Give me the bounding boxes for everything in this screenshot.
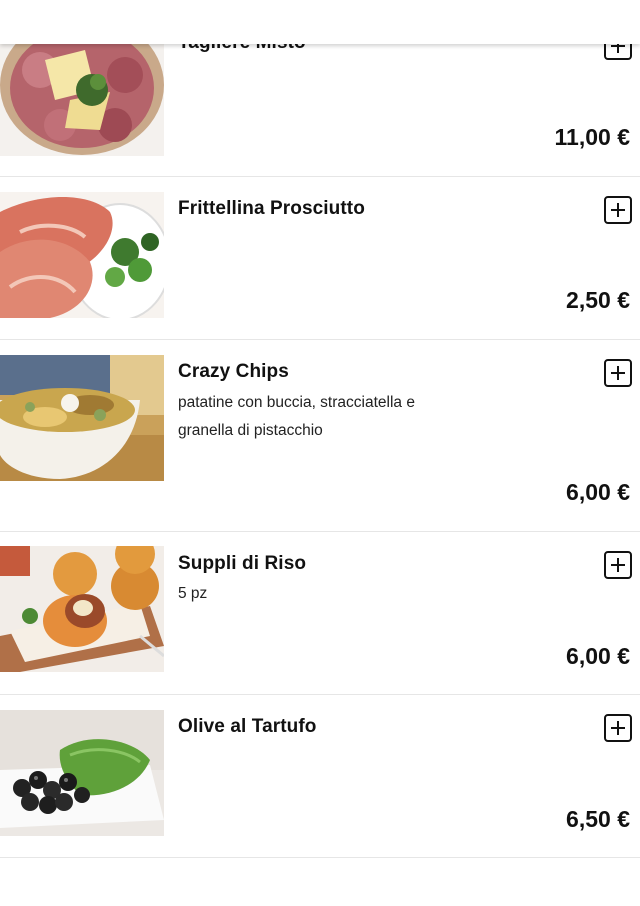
olive-image bbox=[0, 710, 164, 836]
divider bbox=[0, 339, 640, 340]
add-button[interactable] bbox=[604, 714, 632, 742]
chips-image bbox=[0, 355, 164, 481]
item-price: 6,00 € bbox=[566, 643, 630, 669]
prosciutto-image bbox=[0, 192, 164, 318]
suppli-image bbox=[0, 546, 164, 672]
item-description: patatine con buccia, stracciatella e gra… bbox=[178, 389, 508, 445]
top-bar bbox=[0, 0, 640, 44]
divider bbox=[0, 694, 640, 695]
item-name: Crazy Chips bbox=[178, 361, 289, 382]
item-price: 2,50 € bbox=[566, 287, 630, 313]
divider bbox=[0, 176, 640, 177]
item-name: Olive al Tartufo bbox=[178, 716, 317, 737]
divider bbox=[0, 531, 640, 532]
item-name: Suppli di Riso bbox=[178, 553, 307, 574]
description-line: patatine con buccia, stracciatella e bbox=[178, 394, 415, 411]
item-price: 6,00 € bbox=[566, 479, 630, 505]
description-line: granella di pistacchio bbox=[178, 422, 323, 439]
item-price: 6,50 € bbox=[566, 806, 630, 832]
add-button[interactable] bbox=[604, 551, 632, 579]
description-line: 5 pz bbox=[178, 585, 208, 602]
tagliere-image bbox=[0, 30, 164, 156]
item-description: 5 pz bbox=[178, 580, 508, 608]
add-button[interactable] bbox=[604, 196, 632, 224]
item-price: 11,00 € bbox=[554, 124, 630, 150]
add-button[interactable] bbox=[604, 359, 632, 387]
divider bbox=[0, 857, 640, 858]
item-name: Frittellina Prosciutto bbox=[178, 198, 365, 219]
